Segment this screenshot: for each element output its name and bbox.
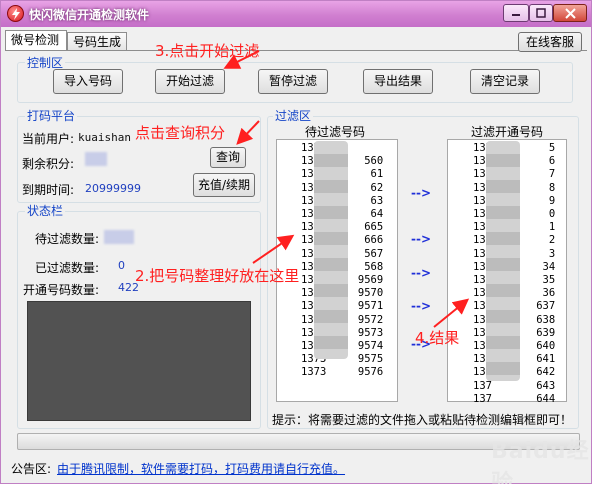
annotation-arrows bbox=[223, 50, 470, 328]
arrow-to-result-list bbox=[433, 298, 470, 328]
app-window: 快闪微信开通检测软件 微号检测 号码生成 在线客服 控制区 导入号码 开始过滤 … bbox=[0, 0, 592, 484]
arrow-to-query-button bbox=[236, 120, 260, 145]
arrow-to-start-button bbox=[223, 50, 260, 69]
arrow-to-pending-list bbox=[252, 234, 295, 264]
